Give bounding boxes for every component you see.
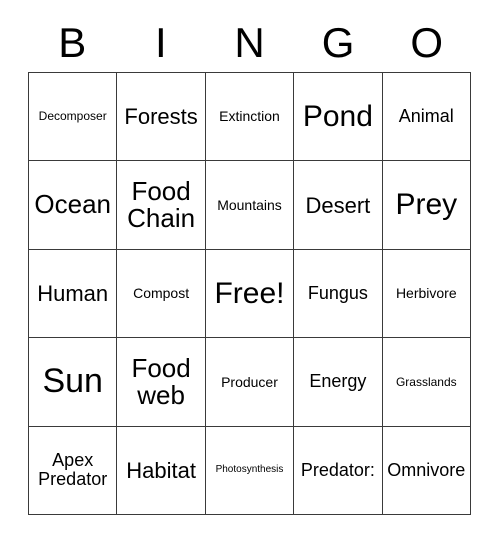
bingo-card: B I N G O Decomposer Forests Extinction Pon… [0,0,500,544]
bingo-cell[interactable]: Mountains [205,161,295,250]
bingo-cell[interactable]: Food web [117,338,206,427]
bingo-cell-label: Sun [42,362,103,401]
bingo-cell[interactable]: Energy [294,338,383,427]
bingo-cell[interactable]: Compost [117,249,206,339]
bingo-cell[interactable]: Food Chain [117,161,206,250]
bingo-header: B I N G O [28,14,471,72]
bingo-cell[interactable]: Sun [29,338,118,427]
bingo-cell-label: Herbivore [395,285,457,302]
bingo-cell-label: Pond [302,99,373,133]
bingo-cell-label: Compost [133,285,190,302]
bingo-cell[interactable]: Predator: [294,426,383,515]
bingo-cell-label: Fungus [307,283,368,304]
header-letter-i: I [155,19,167,66]
bingo-cell-label: Photosynthesis [215,464,284,476]
bingo-cell[interactable]: Photosynthesis [205,426,295,515]
bingo-cell[interactable]: Extinction [205,73,295,162]
bingo-cell[interactable]: Forests [117,73,206,162]
bingo-cell-label: Ocean [34,189,111,220]
bingo-cell-label: Food web [131,352,191,410]
bingo-cell-label: Human [37,280,109,306]
bingo-cell-free[interactable]: Free! [205,249,295,339]
bingo-cell-label: Mountains [217,196,282,213]
bingo-cell-label: Omnivore [387,459,466,480]
bingo-cell[interactable]: Pond [294,73,383,162]
bingo-cell-label: Grasslands [395,374,457,389]
header-letter-n: N [234,19,265,66]
bingo-cell[interactable]: Grasslands [382,338,471,427]
bingo-cell[interactable]: Habitat [117,426,206,515]
bingo-cell-label: Producer [221,373,278,390]
bingo-cell[interactable]: Herbivore [382,249,471,339]
bingo-cell[interactable]: Animal [382,73,471,162]
bingo-cell[interactable]: Human [29,249,118,339]
bingo-cell[interactable]: Apex Predator [29,426,118,515]
bingo-grid: Decomposer Forests Extinction Pond Animal Oce… [28,72,471,515]
bingo-cell[interactable]: Producer [205,338,295,427]
bingo-cell[interactable]: Decomposer [29,73,118,162]
header-letter-g: G [321,19,355,66]
bingo-cell-label: Desert [305,192,371,218]
bingo-cell[interactable]: Omnivore [382,426,471,515]
header-letter-o: O [410,19,443,66]
header-letter-b: B [58,19,87,66]
bingo-cell-label: Prey [395,188,458,222]
bingo-cell-label: Animal [398,106,454,127]
bingo-cell-label: Forests [124,104,198,130]
bingo-cell[interactable]: Fungus [294,249,383,339]
bingo-cell[interactable]: Prey [382,161,471,250]
bingo-cell-label: Extinction [219,108,280,125]
bingo-cell-label: Habitat [126,457,196,483]
bingo-cell-label: Predator: [300,459,375,480]
bingo-cell-label: Decomposer [38,109,107,124]
bingo-cell-label: Free! [214,276,285,310]
bingo-cell-label: Energy [309,371,367,392]
bingo-cell[interactable]: Ocean [29,161,118,250]
bingo-cell-label: Apex Predator [38,450,108,490]
bingo-cell[interactable]: Desert [294,161,383,250]
bingo-cell-label: Food Chain [127,175,196,234]
